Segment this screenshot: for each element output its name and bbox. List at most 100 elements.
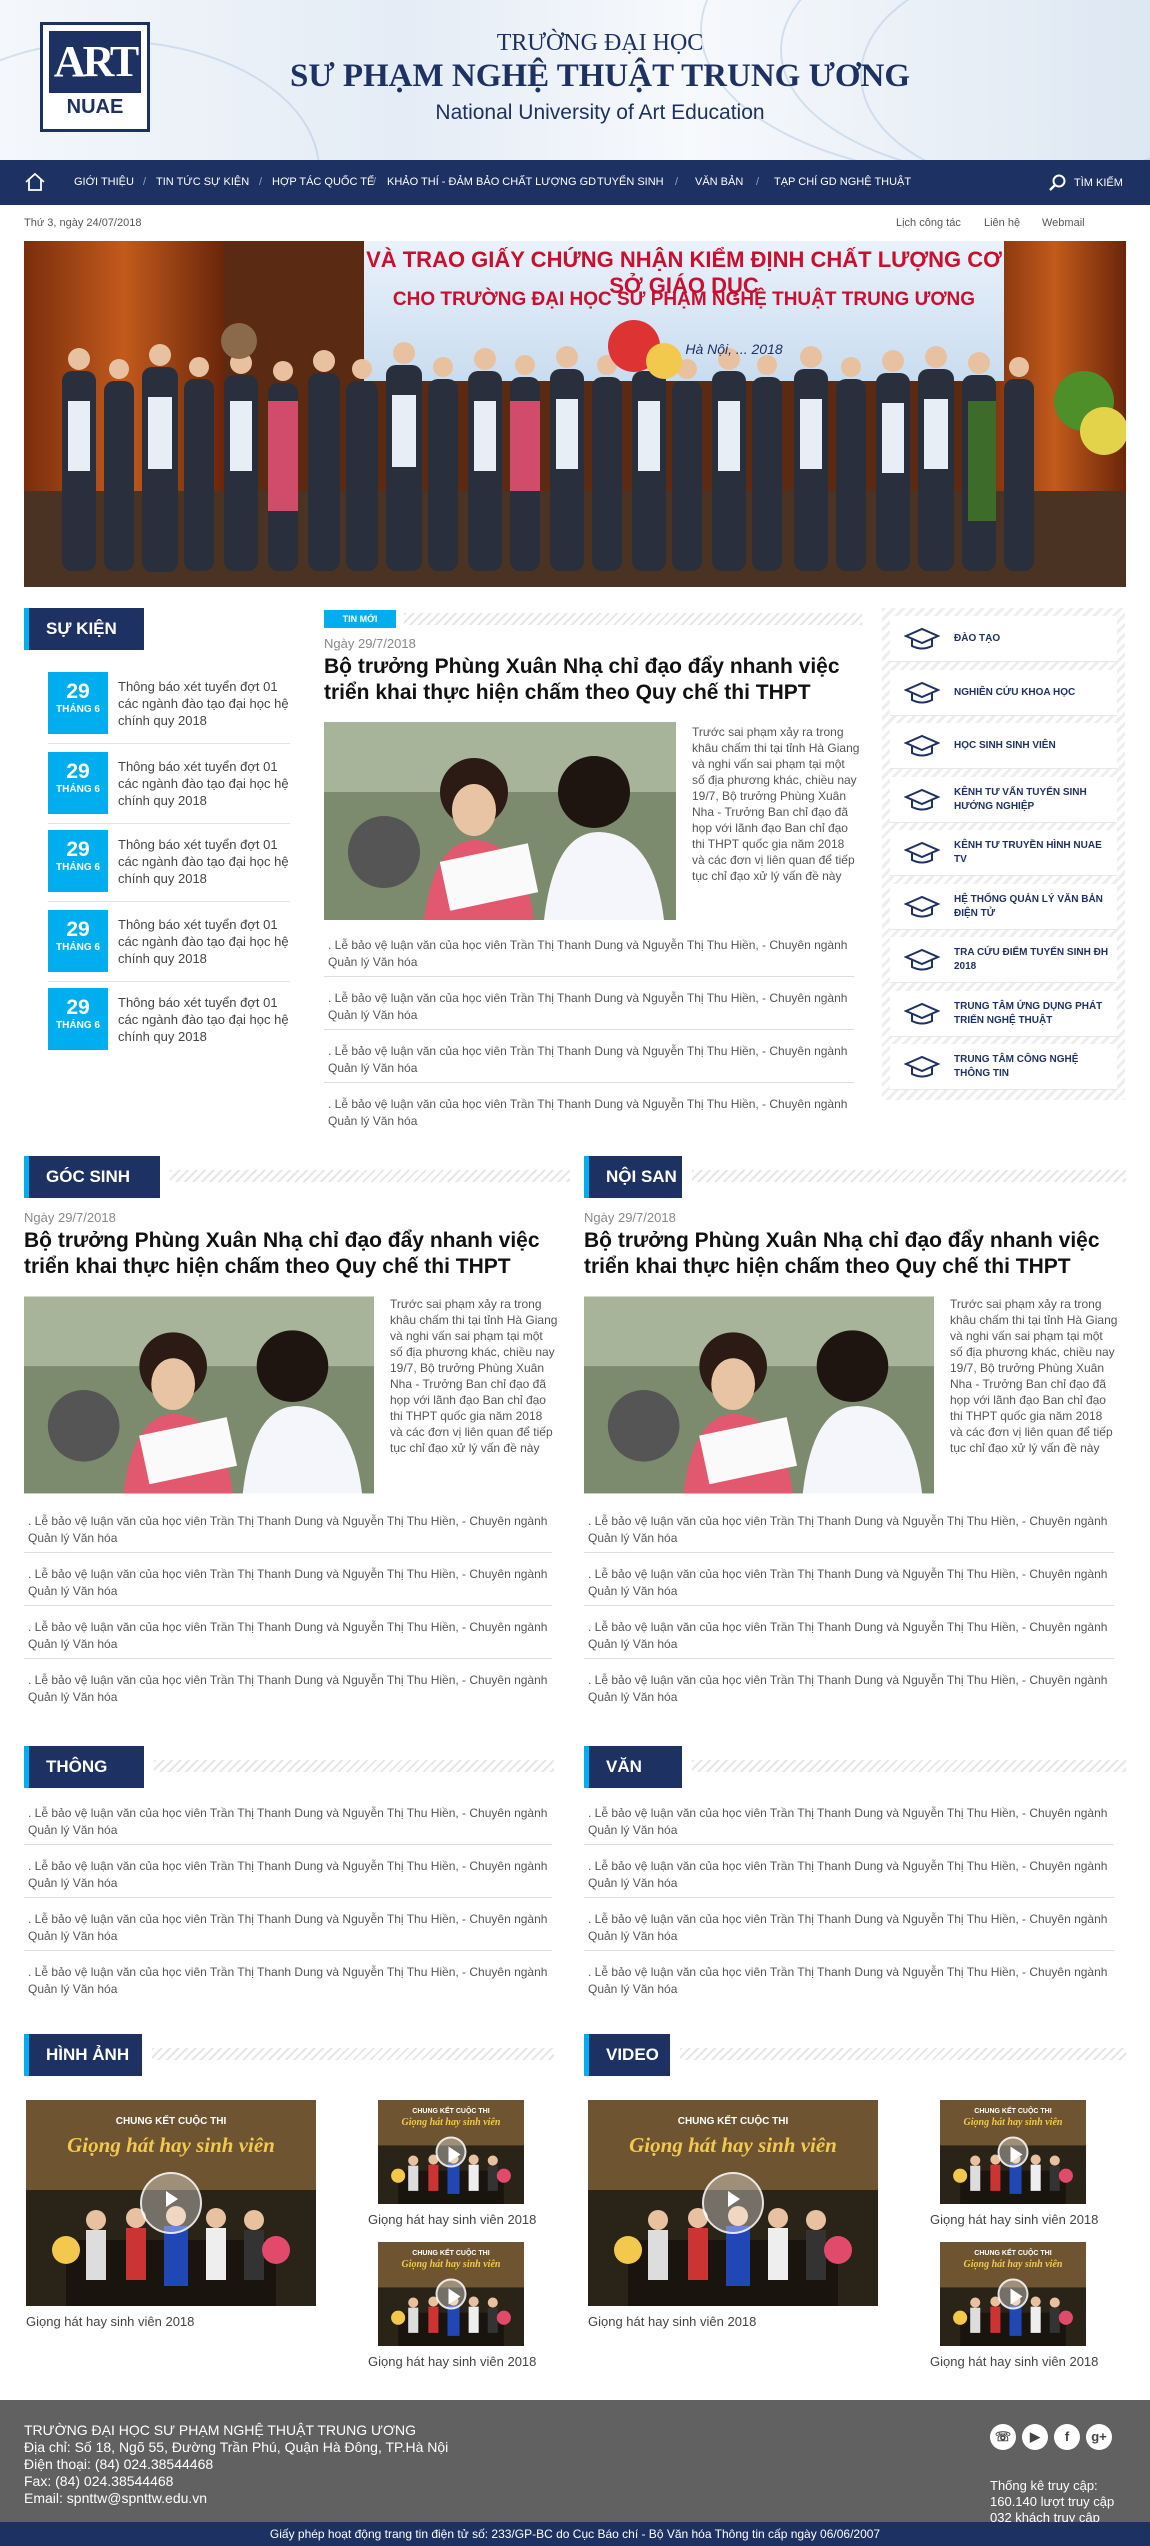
document-link-item[interactable]: . Lễ bảo vệ luận văn của học viên Trần T… (584, 1906, 1114, 1951)
news-link-item[interactable]: . Lễ bảo vệ luận văn của học viên Trần T… (324, 932, 854, 977)
decorative-stripe (152, 2048, 554, 2060)
quick-link-item[interactable]: TRA CỨU ĐIỂM TUYỂN SINH ĐH 2018 (890, 937, 1117, 983)
decorative-stripe (154, 1760, 554, 1772)
noisan-news-photo[interactable] (584, 1296, 934, 1494)
play-icon[interactable] (997, 2136, 1029, 2168)
student-news-date: Ngày 29/7/2018 (24, 1210, 116, 1225)
link-lich-cong-tac[interactable]: Lịch công tác (896, 217, 961, 229)
news-photo[interactable] (324, 722, 676, 920)
nav-separator: / (373, 176, 377, 188)
quick-link-item[interactable]: TRUNG TÂM CÔNG NGHỆ THÔNG TIN (890, 1044, 1117, 1090)
event-title[interactable]: Thông báo xét tuyển đợt 01 các ngành đào… (118, 678, 296, 729)
play-icon[interactable] (140, 2172, 202, 2234)
quick-link-item[interactable]: HỆ THỐNG QUẢN LÝ VĂN BẢN ĐIỆN TỬ (890, 883, 1117, 930)
notice-link-item[interactable]: . Lễ bảo vệ luận văn của học viên Trần T… (24, 1853, 552, 1898)
footer-email[interactable]: Email: spnttw@spnttw.edu.vn (24, 2490, 448, 2507)
noisan-link-item[interactable]: . Lễ bảo vệ luận văn của học viên Trần T… (584, 1614, 1114, 1659)
nav-item-gioi-thieu[interactable]: GIỚI THIỆU (74, 160, 134, 205)
header-title-line3: National University of Art Education (435, 101, 765, 124)
quick-link-item[interactable]: KÊNH TƯ VẤN TUYỂN SINH HƯỚNG NGHIỆP (890, 776, 1117, 823)
notice-link-item[interactable]: . Lễ bảo vệ luận văn của học viên Trần T… (24, 1906, 552, 1951)
event-title[interactable]: Thông báo xét tuyển đợt 01 các ngành đào… (118, 916, 296, 967)
gallery-thumbnail[interactable]: CHUNG KẾT CUỘC THI Giọng hát hay sinh viê… (378, 2242, 524, 2346)
event-title[interactable]: Thông báo xét tuyển đợt 01 các ngành đào… (118, 758, 296, 809)
graduation-cap-icon (904, 948, 940, 971)
phone-icon[interactable]: ☏ (990, 2424, 1016, 2450)
noisan-link-item[interactable]: . Lễ bảo vệ luận văn của học viên Trần T… (584, 1508, 1114, 1553)
event-item[interactable]: 29 THÁNG 6 Thông báo xét tuyển đợt 01 các … (48, 910, 290, 976)
gallery-caption[interactable]: Giọng hát hay sinh viên 2018 (368, 2354, 536, 2369)
noisan-link-item[interactable]: . Lễ bảo vệ luận văn của học viên Trần T… (584, 1561, 1114, 1606)
event-item[interactable]: 29 THÁNG 6 Thông báo xét tuyển đợt 01 các … (48, 672, 290, 738)
google-plus-icon[interactable]: g+ (1086, 2424, 1112, 2450)
quick-link-item[interactable]: NGHIÊN CỨU KHOA HỌC (890, 669, 1117, 716)
banner-line3: Hà Nội, ... 2018 (685, 341, 783, 357)
video-thumbnail[interactable]: CHUNG KẾT CUỘC THI Giọng hát hay sinh viê… (940, 2242, 1086, 2346)
play-icon[interactable] (702, 2172, 764, 2234)
quick-link-item[interactable]: KÊNH TƯ TRUYỀN HÌNH NUAE TV (890, 830, 1117, 876)
student-news-photo[interactable] (24, 1296, 374, 1494)
event-item[interactable]: 29 THÁNG 6 Thông báo xét tuyển đợt 01 các … (48, 830, 290, 896)
news-link-item[interactable]: . Lễ bảo vệ luận văn của học viên Trần T… (324, 985, 854, 1030)
gallery-thumbnail[interactable]: CHUNG KẾT CUỘC THI Giọng hát hay sinh viê… (378, 2100, 524, 2204)
nav-item-khao-thi[interactable]: KHẢO THÍ - ĐẢM BẢO CHẤT LƯỢNG GD (387, 160, 596, 205)
quick-link-label: TRA CỨU ĐIỂM TUYỂN SINH ĐH 2018 (954, 947, 1109, 972)
facebook-icon[interactable]: f (1054, 2424, 1080, 2450)
play-icon[interactable] (435, 2136, 467, 2168)
main-nav: GIỚI THIỆU / TIN TỨC SỰ KIỆN / HỢP TÁC Q… (0, 160, 1150, 205)
video-caption[interactable]: Giọng hát hay sinh viên 2018 (930, 2212, 1098, 2227)
video-thumbnail[interactable]: CHUNG KẾT CUỘC THI Giọng hát hay sinh viê… (940, 2100, 1086, 2204)
event-item[interactable]: 29 THÁNG 6 Thông báo xét tuyển đợt 01 các … (48, 988, 290, 1054)
event-month: THÁNG 6 (56, 942, 100, 953)
video-thumbnail[interactable]: CHUNG KẾT CUỘC THI Giọng hát hay sinh viê… (588, 2100, 878, 2306)
graduation-cap-icon (904, 734, 940, 757)
quick-link-item[interactable]: ĐÀO TẠO (890, 616, 1117, 662)
search-button[interactable]: TÌM KIẾM (1048, 172, 1123, 194)
notice-link-item[interactable]: . Lễ bảo vệ luận văn của học viên Trần T… (24, 1800, 552, 1845)
video-caption[interactable]: Giọng hát hay sinh viên 2018 (588, 2314, 756, 2329)
event-title[interactable]: Thông báo xét tuyển đợt 01 các ngành đào… (118, 836, 296, 887)
event-date-badge: 29 THÁNG 6 (48, 910, 108, 972)
hero-banner-photo[interactable]: VÀ TRAO GIẤY CHỨNG NHẬN KIỂM ĐỊNH CHẤT L… (24, 241, 1126, 587)
student-link-item[interactable]: . Lễ bảo vệ luận văn của học viên Trần T… (24, 1508, 552, 1553)
student-news-headline[interactable]: Bộ trưởng Phùng Xuân Nhạ chỉ đạo đẩy nha… (24, 1228, 584, 1280)
current-date: Thứ 3, ngày 24/07/2018 (24, 217, 142, 229)
youtube-icon[interactable]: ▶ (1022, 2424, 1048, 2450)
noisan-news-headline[interactable]: Bộ trưởng Phùng Xuân Nhạ chỉ đạo đẩy nha… (584, 1228, 1144, 1280)
news-link-item[interactable]: . Lễ bảo vệ luận văn của học viên Trần T… (324, 1038, 854, 1083)
site-logo[interactable]: ART NUAE (40, 22, 150, 132)
gallery-thumbnail[interactable]: CHUNG KẾT CUỘC THI Giọng hát hay sinh viê… (26, 2100, 316, 2306)
student-link-item[interactable]: . Lễ bảo vệ luận văn của học viên Trần T… (24, 1561, 552, 1606)
noisan-link-item[interactable]: . Lễ bảo vệ luận văn của học viên Trần T… (584, 1667, 1114, 1711)
video-caption[interactable]: Giọng hát hay sinh viên 2018 (930, 2354, 1098, 2369)
student-link-item[interactable]: . Lễ bảo vệ luận văn của học viên Trần T… (24, 1667, 552, 1711)
link-webmail[interactable]: Webmail (1042, 217, 1085, 229)
student-link-item[interactable]: . Lễ bảo vệ luận văn của học viên Trần T… (24, 1614, 552, 1659)
quick-link-item[interactable]: TRUNG TÂM ỨNG DỤNG PHÁT TRIỂN NGHỆ THUẬT (890, 990, 1117, 1037)
event-title[interactable]: Thông báo xét tuyển đợt 01 các ngành đào… (118, 994, 296, 1045)
divider (48, 981, 290, 982)
quick-link-item[interactable]: HỌC SINH SINH VIÊN (890, 723, 1117, 769)
gallery-caption[interactable]: Giọng hát hay sinh viên 2018 (26, 2314, 194, 2329)
nav-item-tap-chi[interactable]: TẠP CHÍ GD NGHỆ THUẬT (774, 160, 911, 205)
nav-item-tin-tuc[interactable]: TIN TỨC SỰ KIỆN (156, 160, 249, 205)
gallery-caption[interactable]: Giọng hát hay sinh viên 2018 (368, 2212, 536, 2227)
play-icon[interactable] (997, 2278, 1029, 2310)
document-link-item[interactable]: . Lễ bảo vệ luận văn của học viên Trần T… (584, 1959, 1114, 2003)
document-link-item[interactable]: . Lễ bảo vệ luận văn của học viên Trần T… (584, 1800, 1114, 1845)
news-link-item[interactable]: . Lễ bảo vệ luận văn của học viên Trần T… (324, 1091, 854, 1135)
graduation-cap-icon (904, 681, 940, 703)
link-lien-he[interactable]: Liên hệ (984, 217, 1020, 229)
visit-total: 160.140 lượt truy cập (990, 2494, 1115, 2509)
home-icon[interactable] (24, 172, 46, 192)
event-item[interactable]: 29 THÁNG 6 Thông báo xét tuyển đợt 01 các … (48, 752, 290, 818)
nav-item-tuyen-sinh[interactable]: TUYỂN SINH (597, 160, 664, 205)
nav-item-hop-tac[interactable]: HỢP TÁC QUỐC TẾ (272, 160, 374, 205)
section-title-van-ban: VĂN BẢN (584, 1746, 682, 1788)
nav-item-van-ban[interactable]: VĂN BẢN (695, 160, 743, 205)
notice-link-item[interactable]: . Lễ bảo vệ luận văn của học viên Trần T… (24, 1959, 552, 2003)
news-headline[interactable]: Bộ trưởng Phùng Xuân Nhạ chỉ đạo đẩy nha… (324, 654, 864, 706)
document-link-item[interactable]: . Lễ bảo vệ luận văn của học viên Trần T… (584, 1853, 1114, 1898)
event-day: 29 (66, 680, 90, 703)
play-icon[interactable] (435, 2278, 467, 2310)
